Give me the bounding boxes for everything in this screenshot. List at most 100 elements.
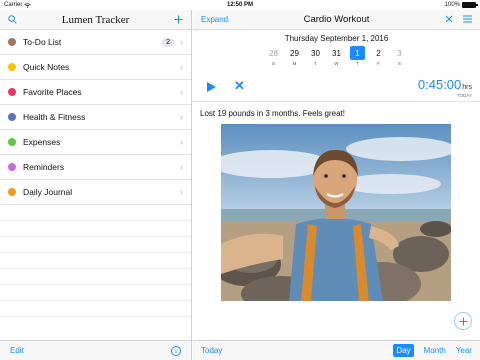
empty-row xyxy=(0,269,191,285)
timer-value: 0:45:00 xyxy=(417,77,462,92)
close-button[interactable] xyxy=(445,15,453,25)
stop-icon[interactable]: ✕ xyxy=(234,78,245,94)
color-dot-icon xyxy=(8,163,16,171)
selfie-photo xyxy=(221,124,451,301)
current-date: Thursday September 1, 2016 xyxy=(284,34,389,43)
chevron-right-icon: › xyxy=(180,187,183,197)
menu-button[interactable] xyxy=(463,15,472,25)
info-icon[interactable]: i xyxy=(171,345,181,356)
segment-year[interactable]: Year xyxy=(456,346,472,355)
chevron-right-icon: › xyxy=(180,162,183,172)
color-dot-icon xyxy=(8,63,16,71)
chevron-right-icon: › xyxy=(180,87,183,97)
chevron-right-icon: › xyxy=(180,137,183,147)
status-left: Carrier xyxy=(4,2,32,8)
plus-icon xyxy=(174,15,183,24)
day-number: 3 xyxy=(397,48,402,58)
sidebar-item-reminders[interactable]: Reminders › xyxy=(0,155,191,180)
sidebar-item-favorite-places[interactable]: Favorite Places › xyxy=(0,80,191,105)
play-icon[interactable] xyxy=(207,82,216,92)
sidebar-item-health-fitness[interactable]: Health & Fitness › xyxy=(0,105,191,130)
day-cell[interactable]: 3S xyxy=(392,46,407,67)
day-label: S xyxy=(397,61,401,66)
day-number: 31 xyxy=(332,48,341,58)
empty-row xyxy=(0,221,191,237)
entry-note: Lost 19 pounds in 3 months. Feels great! xyxy=(200,109,345,118)
color-dot-icon xyxy=(8,88,16,96)
empty-row xyxy=(0,205,191,221)
sidebar-item-label: Quick Notes xyxy=(23,62,70,72)
sidebar-footer: Edit i xyxy=(0,340,191,360)
chevron-right-icon: › xyxy=(180,37,183,47)
timer-unit: hrs xyxy=(462,84,472,91)
empty-row xyxy=(0,253,191,269)
status-right: 100% xyxy=(444,2,478,8)
sidebar-item-daily-journal[interactable]: Daily Journal › xyxy=(0,180,191,205)
timer-controls: ✕ 0:45:00hrs TODAY xyxy=(193,74,480,102)
sidebar-item-label: Reminders xyxy=(23,162,65,172)
detail-panel: Expand Cardio Workout Thursday September… xyxy=(193,10,480,360)
today-button[interactable]: Today xyxy=(201,346,222,355)
battery-fill xyxy=(463,3,475,7)
week-strip: 28 S 29 M 30 T 31 W 1T 2F 3S xyxy=(193,46,480,66)
segment-day[interactable]: Day xyxy=(393,344,414,357)
status-time: 12:50 PM xyxy=(226,2,254,8)
empty-row xyxy=(0,285,191,301)
sidebar-list: To-Do List 2 › Quick Notes › Favorite Pl… xyxy=(0,30,191,317)
day-cell[interactable]: 29 M xyxy=(287,46,302,67)
sidebar-item-quick-notes[interactable]: Quick Notes › xyxy=(0,55,191,80)
entry-photo[interactable] xyxy=(221,124,451,301)
carrier-label: Carrier xyxy=(4,2,23,8)
sidebar-item-label: Daily Journal xyxy=(23,187,73,197)
sidebar-item-label: Favorite Places xyxy=(23,87,82,97)
edit-button[interactable]: Edit xyxy=(10,346,24,355)
empty-row xyxy=(0,237,191,253)
day-cell[interactable]: 28 S xyxy=(266,46,281,67)
segment-month[interactable]: Month xyxy=(424,346,446,355)
day-cell[interactable]: 2F xyxy=(371,46,386,67)
add-entry-button[interactable] xyxy=(454,312,472,330)
day-label: W xyxy=(334,61,339,66)
chevron-right-icon: › xyxy=(180,62,183,72)
day-cell-selected[interactable]: 1T xyxy=(350,46,365,66)
period-segmented-control: Day Month Year xyxy=(393,344,472,357)
day-number: 30 xyxy=(311,48,320,58)
page-title: Cardio Workout xyxy=(303,14,370,25)
wifi-icon xyxy=(24,2,32,8)
sidebar-item-label: Expenses xyxy=(23,137,61,147)
add-list-button[interactable] xyxy=(174,15,183,24)
header-actions xyxy=(445,15,472,25)
sidebar-item-label: To-Do List xyxy=(23,37,62,47)
sidebar-title: Lumen Tracker xyxy=(61,13,130,26)
day-label: F xyxy=(377,61,380,66)
day-label: T xyxy=(314,61,317,66)
color-dot-icon xyxy=(8,113,16,121)
close-icon xyxy=(445,15,453,22)
day-number: 29 xyxy=(290,48,299,58)
color-dot-icon xyxy=(8,188,16,196)
search-icon xyxy=(8,15,17,24)
day-number: 28 xyxy=(269,48,278,58)
battery-icon xyxy=(462,2,478,8)
sidebar-header: Lumen Tracker xyxy=(0,10,191,30)
color-dot-icon xyxy=(8,38,16,46)
battery-percent: 100% xyxy=(444,2,460,8)
day-number: 2 xyxy=(376,48,381,58)
empty-row xyxy=(0,301,191,317)
sidebar-item-todo[interactable]: To-Do List 2 › xyxy=(0,30,191,55)
day-label: T xyxy=(356,61,359,66)
sidebar-item-expenses[interactable]: Expenses › xyxy=(0,130,191,155)
sidebar: Lumen Tracker To-Do List 2 › Quick Notes… xyxy=(0,10,192,360)
timer-display: 0:45:00hrs TODAY xyxy=(418,76,472,98)
count-badge: 2 xyxy=(162,37,174,47)
detail-header: Expand Cardio Workout xyxy=(193,10,480,30)
day-label: S xyxy=(271,61,275,66)
detail-footer: Today Day Month Year xyxy=(193,340,480,360)
color-dot-icon xyxy=(8,138,16,146)
day-label: M xyxy=(292,61,297,66)
search-button[interactable] xyxy=(8,15,17,24)
day-cell[interactable]: 31 W xyxy=(329,46,344,67)
status-bar: Carrier 12:50 PM 100% xyxy=(0,0,480,10)
day-cell[interactable]: 30 T xyxy=(308,46,323,67)
expand-button[interactable]: Expand xyxy=(201,15,228,24)
